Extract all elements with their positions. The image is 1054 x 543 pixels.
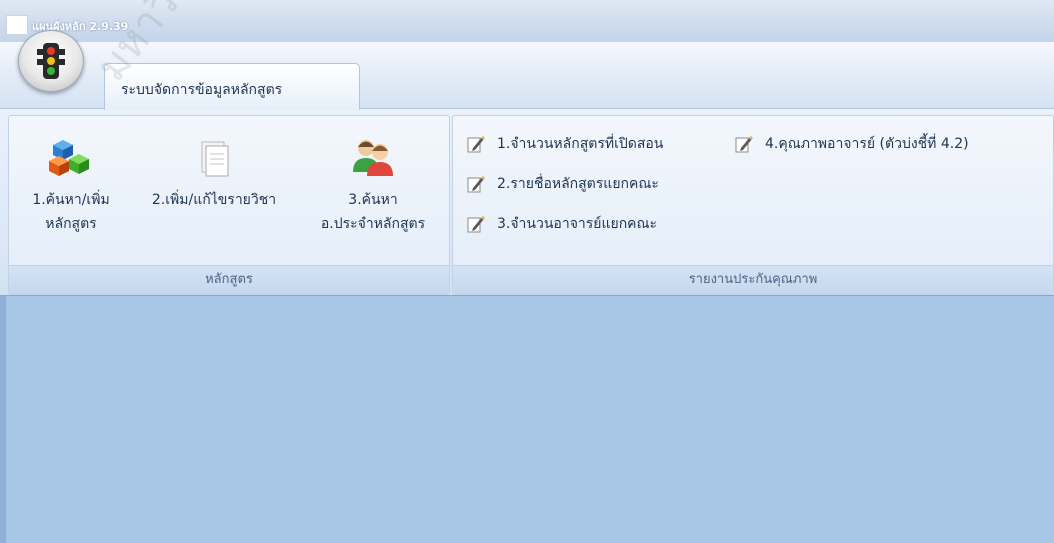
group-caption: รายงานประกันคุณภาพ (453, 265, 1053, 294)
edit-icon (735, 136, 753, 153)
report-instructor-quality[interactable]: 4.คุณภาพอาจารย์ (ตัวบ่งชี้ที่ 4.2) (735, 132, 969, 156)
ribbon-panel: 1.ค้นหา/เพิ่ม หลักสูตร 2.เพิ่ม/แก้ไขรายว… (0, 108, 1054, 297)
button-label-line1: 1.ค้นหา/เพิ่ม (32, 192, 110, 208)
search-add-curriculum-button[interactable]: 1.ค้นหา/เพิ่ม หลักสูตร (11, 136, 131, 236)
users-icon (353, 140, 393, 176)
report-label: 4.คุณภาพอาจารย์ (ตัวบ่งชี้ที่ 4.2) (765, 136, 969, 152)
report-label: 1.จำนวนหลักสูตรที่เปิดสอน (497, 136, 664, 152)
report-label: 3.จำนวนอาจารย์แยกคณะ (497, 216, 658, 232)
edit-icon (467, 216, 485, 233)
group-caption: หลักสูตร (9, 265, 449, 294)
button-label-line2: หลักสูตร (45, 216, 97, 232)
button-label-line1: 2.เพิ่ม/แก้ไขรายวิชา (151, 192, 277, 208)
traffic-light-icon (37, 43, 65, 79)
add-edit-course-button[interactable]: 2.เพิ่ม/แก้ไขรายวิชา (129, 136, 299, 212)
tab-label: ระบบจัดการข้อมูลหลักสูตร (121, 82, 283, 98)
button-label-line2: อ.ประจำหลักสูตร (320, 216, 426, 232)
tab-curriculum-management[interactable]: ระบบจัดการข้อมูลหลักสูตร (104, 63, 360, 110)
group-curriculum: 1.ค้นหา/เพิ่ม หลักสูตร 2.เพิ่ม/แก้ไขรายว… (8, 115, 450, 295)
search-curriculum-instructors-button[interactable]: 3.ค้นหา อ.ประจำหลักสูตร (299, 136, 447, 236)
title-bar: แผนผังหลัก 2.9.39 (0, 0, 1054, 42)
document-icon (201, 141, 229, 177)
cubes-icon (49, 140, 89, 176)
system-menu-icon[interactable] (6, 15, 28, 35)
group-quality-assurance-reports: 1.จำนวนหลักสูตรที่เปิดสอน 4.คุณภาพอาจารย… (452, 115, 1054, 295)
report-instructors-by-faculty[interactable]: 3.จำนวนอาจารย์แยกคณะ (467, 212, 657, 236)
main-workspace (0, 296, 1054, 543)
edit-icon (467, 136, 485, 153)
report-open-curricula-count[interactable]: 1.จำนวนหลักสูตรที่เปิดสอน (467, 132, 663, 156)
button-label-line1: 3.ค้นหา (348, 192, 398, 208)
report-label: 2.รายชื่อหลักสูตรแยกคณะ (497, 176, 659, 192)
application-button[interactable] (18, 30, 84, 92)
edit-icon (467, 176, 485, 193)
report-curricula-by-faculty[interactable]: 2.รายชื่อหลักสูตรแยกคณะ (467, 172, 659, 196)
